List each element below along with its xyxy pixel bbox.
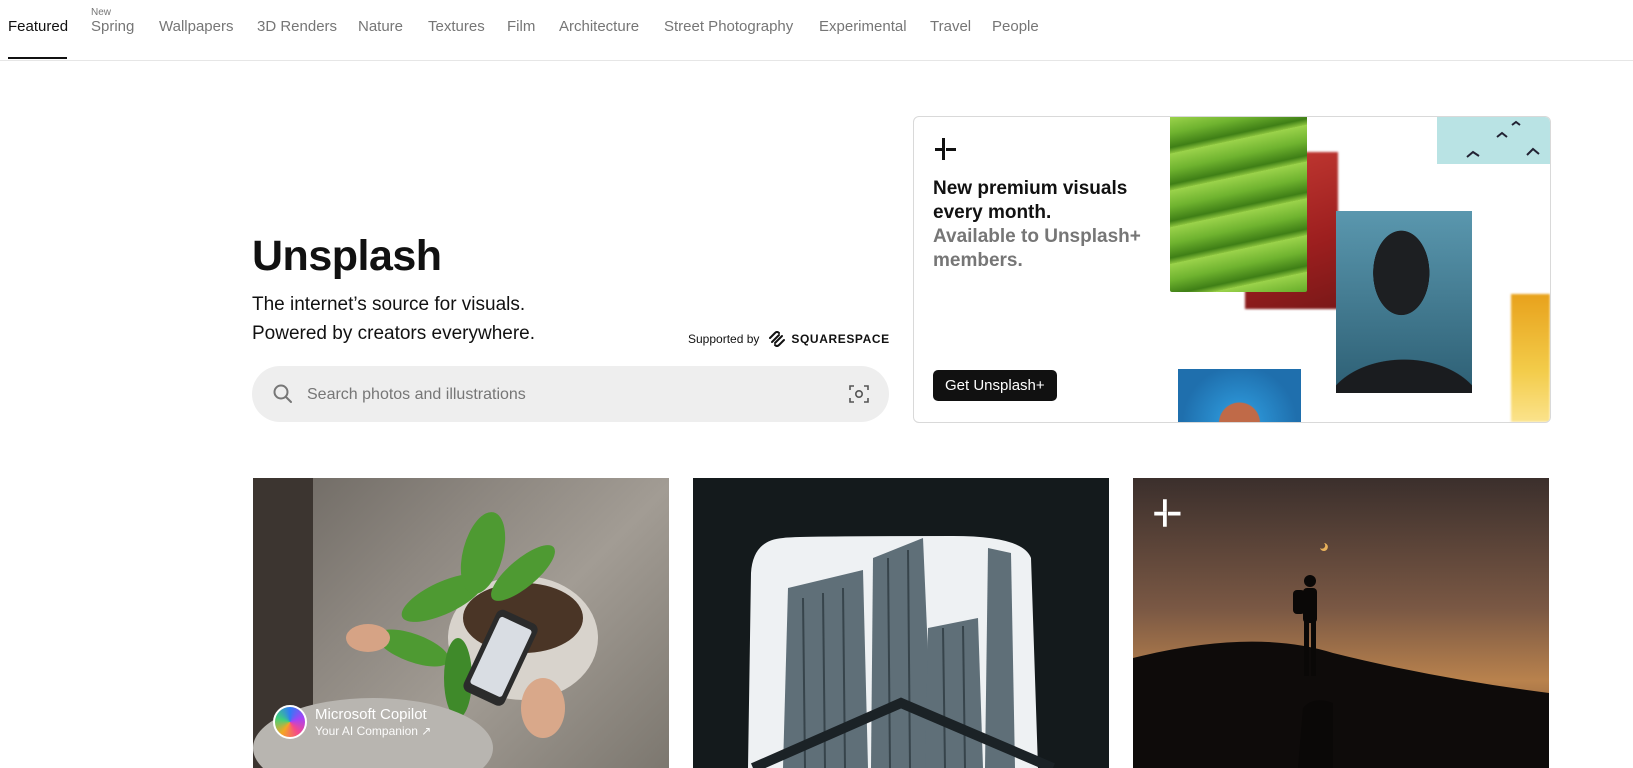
search-icon[interactable] [272, 383, 294, 410]
nav-item-people[interactable]: People [992, 18, 1039, 35]
sponsor-name: Microsoft Copilot [315, 705, 427, 723]
page-title: Unsplash [252, 232, 442, 280]
nav-item-wallpapers[interactable]: Wallpapers [159, 18, 233, 35]
squarespace-logo-icon [769, 331, 786, 347]
supported-by-label: Supported by [688, 332, 760, 346]
nav-item-travel[interactable]: Travel [930, 18, 971, 35]
search-input[interactable] [305, 378, 809, 412]
sponsor-tagline: Your AI Companion ↗ [315, 723, 432, 738]
unsplash-plus-icon [1153, 498, 1183, 533]
nav-item-film[interactable]: Film [507, 18, 535, 35]
nav-item-experimental[interactable]: Experimental [819, 18, 907, 35]
nav-item-textures[interactable]: Textures [428, 18, 485, 35]
nav-item-3d-renders[interactable]: 3D Renders [257, 18, 337, 35]
skyscrapers-photo-image [748, 536, 1055, 768]
hiker-photo-image [1133, 543, 1549, 768]
promo-image-yellow [1511, 294, 1550, 422]
photo-card-skyscrapers[interactable] [693, 478, 1109, 768]
nav-item-spring[interactable]: Spring [91, 18, 134, 35]
promo-image-man-portrait [1336, 211, 1472, 393]
promo-image-blue-portrait [1178, 369, 1301, 422]
squarespace-wordmark: SQUARESPACE [791, 332, 890, 346]
nav-item-featured[interactable]: Featured [8, 18, 68, 35]
promo-image-birds-sky [1437, 117, 1550, 164]
copilot-logo-icon [273, 705, 307, 739]
promo-subline: Available to Unsplash+ members. [933, 226, 1141, 271]
squarespace-link[interactable]: SQUARESPACE [767, 331, 889, 347]
photo-card-hiker[interactable] [1133, 478, 1549, 768]
promo-headline: New premium visuals every month. [933, 178, 1128, 223]
topic-nav: New Featured Spring Wallpapers 3D Render… [0, 0, 1633, 61]
nav-item-nature[interactable]: Nature [358, 18, 403, 35]
nav-item-street-photography[interactable]: Street Photography [664, 18, 793, 35]
photo-card-plant[interactable]: Microsoft Copilot Your AI Companion ↗ [253, 478, 669, 768]
hero-tagline-1: The internet’s source for visuals. [252, 294, 526, 315]
birds-icon [1466, 120, 1540, 158]
sponsor-credit: Supported by SQUARESPACE [688, 331, 890, 347]
unsplash-plus-icon [934, 137, 958, 166]
promo-image-green-leaves [1170, 117, 1307, 292]
visual-search-icon[interactable] [849, 384, 869, 409]
search-bar [252, 366, 889, 422]
sponsor-overlay[interactable]: Microsoft Copilot Your AI Companion ↗ [273, 705, 431, 739]
active-tab-indicator [8, 57, 67, 59]
new-badge: New [91, 7, 112, 18]
get-unsplash-plus-button[interactable]: Get Unsplash+ [933, 370, 1057, 401]
nav-item-architecture[interactable]: Architecture [559, 18, 639, 35]
unsplash-plus-promo[interactable]: New premium visuals every month. Availab… [913, 116, 1551, 423]
hero-tagline-2: Powered by creators everywhere. [252, 323, 536, 344]
